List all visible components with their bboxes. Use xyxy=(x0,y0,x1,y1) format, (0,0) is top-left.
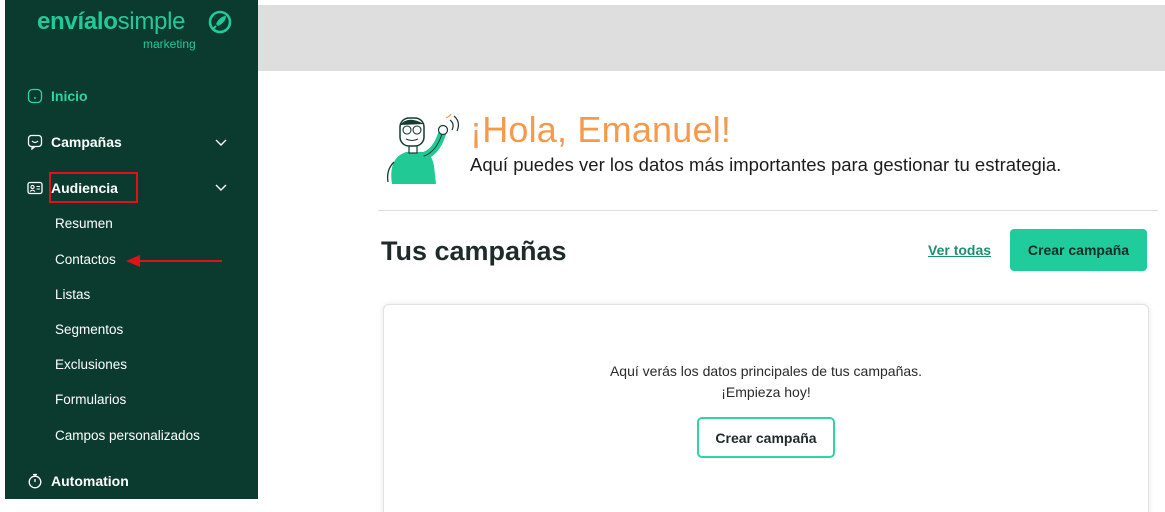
greeting-subtitle: Aquí puedes ver los datos más importante… xyxy=(470,154,1062,175)
sidebar-subitem-formularios[interactable]: Formularios xyxy=(55,390,126,410)
chevron-down-icon[interactable] xyxy=(214,135,228,149)
contact-card-icon xyxy=(27,181,43,195)
sidebar-item-automation[interactable]: Automation xyxy=(27,469,129,493)
spiral-rocket-icon xyxy=(208,10,232,34)
greeting-title: ¡Hola, Emanuel! xyxy=(470,109,732,150)
view-all-link[interactable]: Ver todas xyxy=(928,242,991,258)
sidebar-item-label: Inicio xyxy=(51,88,88,104)
sidebar-subitem-campos-personalizados[interactable]: Campos personalizados xyxy=(55,426,200,446)
top-bar xyxy=(258,5,1165,71)
logo-tagline: marketing xyxy=(143,37,196,51)
timer-icon xyxy=(28,473,42,489)
sidebar-subitem-contactos[interactable]: Contactos xyxy=(55,250,116,270)
campaigns-section-title: Tus campañas xyxy=(381,236,567,266)
sidebar-subitem-exclusiones[interactable]: Exclusiones xyxy=(55,355,127,375)
empty-state-create-campaign-button[interactable]: Crear campaña xyxy=(697,417,835,458)
app-window: envíalosimple marketing Inicio Campañas … xyxy=(0,0,1165,512)
chevron-down-icon[interactable] xyxy=(214,180,228,194)
logo-wordmark: envíalosimple xyxy=(37,8,186,35)
sidebar-subitem-listas[interactable]: Listas xyxy=(55,285,90,305)
sidebar-item-inicio[interactable]: Inicio xyxy=(27,84,88,108)
campaigns-card: Aquí verás los datos principales de tus … xyxy=(383,304,1149,512)
sidebar-item-campanas[interactable]: Campañas xyxy=(27,130,122,154)
annotation-arrow-icon xyxy=(126,255,222,267)
sidebar-subitem-resumen[interactable]: Resumen xyxy=(55,214,113,234)
logo[interactable]: envíalosimple marketing xyxy=(37,8,247,51)
waving-person-illustration xyxy=(386,113,460,184)
message-icon xyxy=(27,134,43,150)
empty-state-cta-text: ¡Empieza hoy! xyxy=(721,384,811,400)
home-icon xyxy=(27,88,43,104)
sidebar: envíalosimple marketing Inicio Campañas … xyxy=(5,0,258,499)
sidebar-item-label: Campañas xyxy=(51,134,122,150)
divider xyxy=(378,210,1158,211)
empty-state-text: Aquí verás los datos principales de tus … xyxy=(609,363,923,379)
create-campaign-button[interactable]: Crear campaña xyxy=(1010,229,1147,271)
sidebar-subitem-segmentos[interactable]: Segmentos xyxy=(55,320,123,340)
annotation-highlight-box xyxy=(49,172,138,203)
sidebar-item-label: Automation xyxy=(51,473,129,489)
